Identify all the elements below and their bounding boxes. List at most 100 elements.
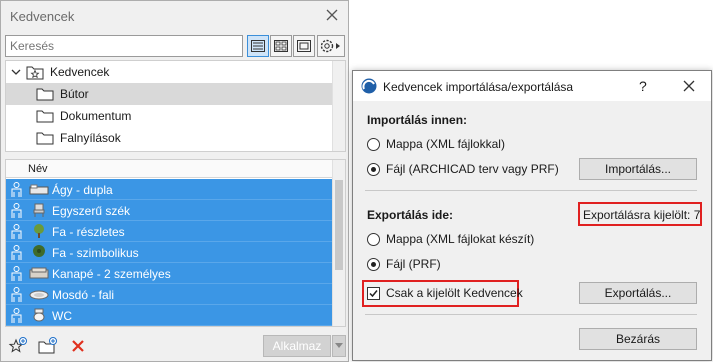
list-scrollbar[interactable] xyxy=(332,160,345,326)
import-folder-radio[interactable] xyxy=(367,137,380,151)
export-file-option[interactable]: Fájl (PRF) xyxy=(367,255,441,273)
person-icon xyxy=(11,203,22,218)
favorites-panel: Kedvencek Keresés Kedvencek Bútor Dokume… xyxy=(0,0,349,362)
import-folder-option[interactable]: Mappa (XML fájlokkal) xyxy=(367,135,505,153)
add-star-icon xyxy=(8,337,27,353)
item-name: Kanapé - 2 személyes xyxy=(52,267,171,281)
person-icon xyxy=(11,224,22,239)
import-button[interactable]: Importálás... xyxy=(579,158,697,180)
section-divider xyxy=(365,314,697,315)
archicad-logo-icon xyxy=(361,78,377,94)
apply-options-button[interactable] xyxy=(332,335,346,357)
checkmark-icon xyxy=(369,289,378,297)
grid-view-button[interactable] xyxy=(270,35,292,57)
checkbox-label: Csak a kijelölt Kedvencek xyxy=(386,286,523,300)
item-name: Fa - részletes xyxy=(52,225,125,239)
list-item[interactable]: Ágy - dupla xyxy=(6,179,333,200)
export-file-radio[interactable] xyxy=(367,257,380,271)
person-icon xyxy=(11,245,22,260)
delete-button[interactable] xyxy=(67,335,89,357)
close-button[interactable]: Bezárás xyxy=(579,328,697,350)
tree-item-butor[interactable]: Bútor xyxy=(6,83,333,105)
tree-symbolic-icon xyxy=(33,245,45,257)
export-folder-radio[interactable] xyxy=(367,232,380,246)
radio-label: Fájl (ARCHICAD terv vagy PRF) xyxy=(386,162,559,176)
dialog-title: Kedvencek importálása/exportálása xyxy=(383,80,574,94)
close-icon[interactable] xyxy=(682,79,696,93)
star-folder-icon xyxy=(26,66,44,80)
close-icon[interactable] xyxy=(324,7,340,23)
bed-icon xyxy=(29,184,49,195)
new-folder-button[interactable] xyxy=(37,335,59,357)
list-item[interactable]: Kanapé - 2 személyes xyxy=(6,263,333,284)
selected-only-option[interactable]: Csak a kijelölt Kedvencek xyxy=(367,284,523,302)
item-name: Mosdó - fali xyxy=(52,288,115,302)
search-row xyxy=(5,35,346,57)
list-item[interactable]: WC xyxy=(6,305,333,326)
chevron-down-icon xyxy=(335,343,343,348)
add-favorite-button[interactable] xyxy=(7,335,29,357)
favorites-list: Név Ágy - dupla Egyszerű szék Fa - részl… xyxy=(5,159,346,327)
import-export-dialog: Kedvencek importálása/exportálása ? Impo… xyxy=(352,70,712,361)
panel-titlebar: Kedvencek xyxy=(1,1,348,31)
column-header-name[interactable]: Név xyxy=(28,163,48,175)
list-item[interactable]: Fa - szimbolikus xyxy=(6,242,333,263)
item-name: Egyszerű szék xyxy=(52,204,131,218)
help-button[interactable]: ? xyxy=(639,78,647,94)
list-item[interactable]: Egyszerű szék xyxy=(6,200,333,221)
item-name: WC xyxy=(52,309,72,323)
sofa-icon xyxy=(29,267,49,279)
list-item[interactable]: Mosdó - fali xyxy=(6,284,333,305)
tree-detailed-icon xyxy=(34,224,44,238)
export-folder-option[interactable]: Mappa (XML fájlokat készít) xyxy=(367,230,534,248)
scrollbar-thumb[interactable] xyxy=(335,180,343,270)
new-folder-icon xyxy=(38,337,57,354)
preview-view-icon xyxy=(297,40,311,52)
import-file-option[interactable]: Fájl (ARCHICAD terv vagy PRF) xyxy=(367,160,559,178)
chair-icon xyxy=(33,203,45,217)
preview-view-button[interactable] xyxy=(293,35,315,57)
folder-icon xyxy=(36,132,54,145)
tree-label: Kedvencek xyxy=(50,65,110,79)
apply-button[interactable]: Alkalmaz xyxy=(263,335,331,357)
export-button[interactable]: Exportálás... xyxy=(579,282,697,304)
wc-icon xyxy=(33,308,45,322)
list-view-button[interactable] xyxy=(247,35,269,57)
grid-view-icon xyxy=(274,40,288,52)
person-icon xyxy=(11,182,22,197)
radio-label: Mappa (XML fájlokat készít) xyxy=(386,232,535,246)
chevron-down-icon[interactable] xyxy=(10,66,22,78)
person-icon xyxy=(11,287,22,302)
radio-label: Fájl (PRF) xyxy=(386,257,441,271)
import-file-radio[interactable] xyxy=(367,162,380,176)
list-item[interactable]: Fa - részletes xyxy=(6,221,333,242)
tree-scrollbar[interactable] xyxy=(332,61,345,151)
panel-title: Kedvencek xyxy=(10,9,75,24)
item-name: Fa - szimbolikus xyxy=(52,246,139,260)
folder-icon xyxy=(36,88,54,101)
radio-label: Mappa (XML fájlokkal) xyxy=(386,137,505,151)
tree-item-falnyilasok[interactable]: Falnyílások xyxy=(6,127,333,149)
section-divider xyxy=(365,190,697,191)
panel-bottom-bar: Alkalmaz xyxy=(1,331,348,361)
settings-button[interactable] xyxy=(317,35,345,57)
search-input[interactable] xyxy=(5,35,243,57)
selected-only-checkbox[interactable] xyxy=(367,286,380,300)
item-name: Ágy - dupla xyxy=(52,183,113,197)
tree-label: Dokumentum xyxy=(60,109,132,123)
list-view-icon xyxy=(251,40,265,52)
person-icon xyxy=(11,266,22,281)
delete-icon xyxy=(72,340,84,352)
sink-icon xyxy=(29,290,49,300)
dialog-titlebar: Kedvencek importálása/exportálása ? xyxy=(353,71,711,101)
folder-icon xyxy=(36,110,54,123)
list-header: Név xyxy=(6,160,333,178)
tree-label: Falnyílások xyxy=(60,131,121,145)
tree-label: Bútor xyxy=(60,87,89,101)
selected-count: Exportálásra kijelölt: 7 xyxy=(583,208,701,222)
export-section-label: Exportálás ide: xyxy=(367,208,454,222)
gear-icon xyxy=(320,39,340,53)
tree-item-root[interactable]: Kedvencek xyxy=(6,61,333,83)
tree-item-dokumentum[interactable]: Dokumentum xyxy=(6,105,333,127)
folder-tree: Kedvencek Bútor Dokumentum Falnyílások xyxy=(5,60,346,152)
